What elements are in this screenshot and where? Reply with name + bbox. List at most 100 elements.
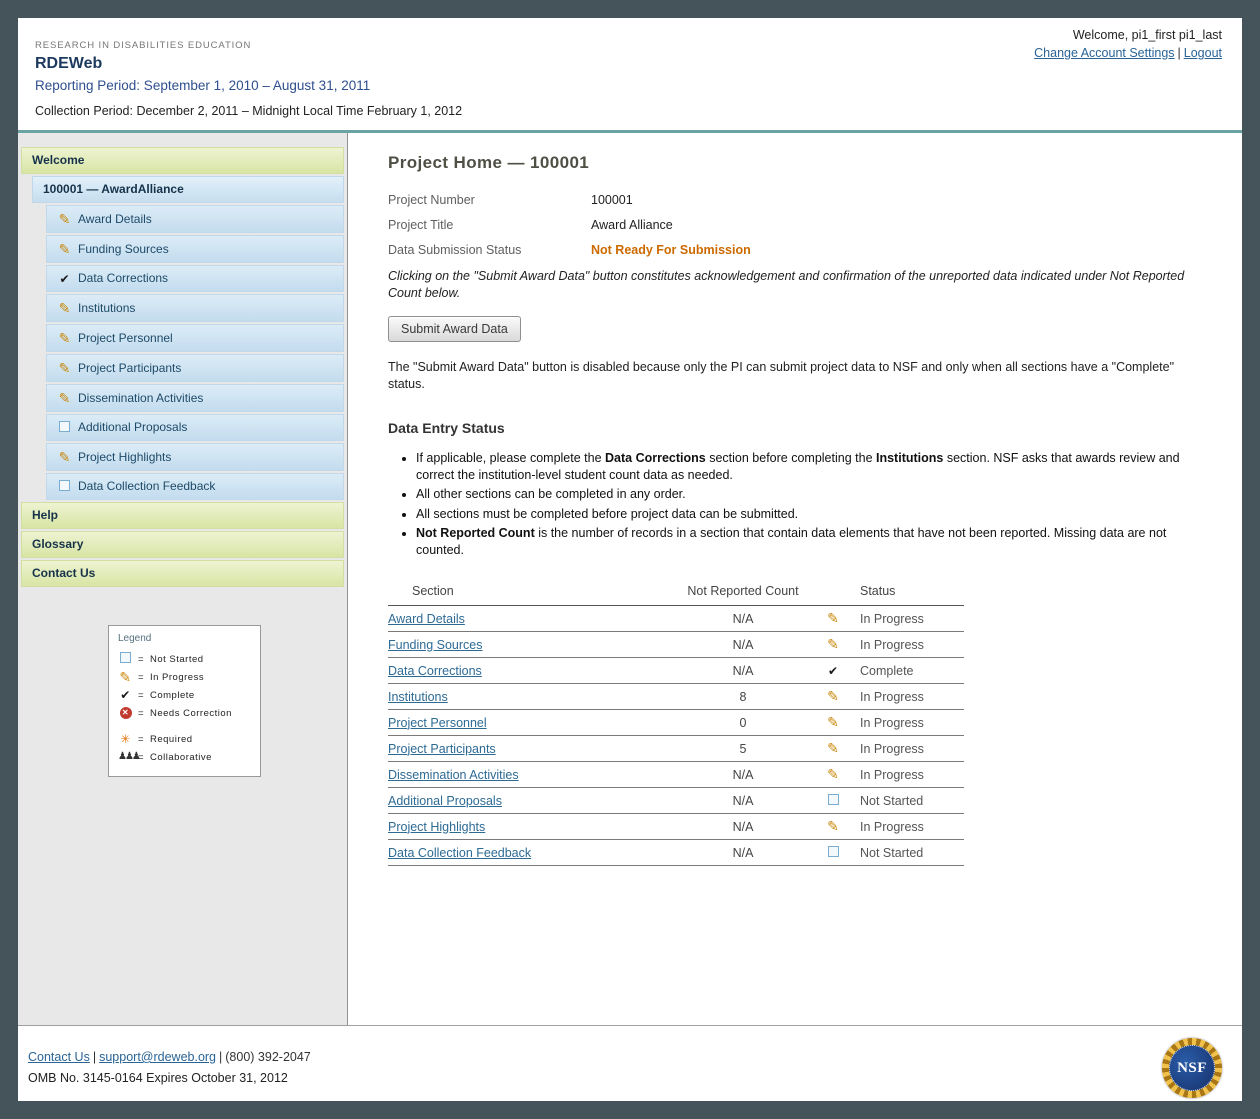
table-row: Institutions 8 In Progress <box>388 684 964 710</box>
bullet-text-bold: Not Reported Count <box>416 526 535 540</box>
separator: | <box>93 1050 96 1064</box>
sidebar-item-funding-sources[interactable]: Funding Sources <box>46 235 344 263</box>
sidebar-item-project[interactable]: 100001 — AwardAlliance <box>32 176 344 203</box>
status-text: In Progress <box>848 762 964 788</box>
logout-link[interactable]: Logout <box>1184 46 1222 60</box>
people-icon <box>118 752 133 762</box>
status-text: In Progress <box>848 632 964 658</box>
footer-contact-us-link[interactable]: Contact Us <box>28 1050 90 1064</box>
legend-title: Legend <box>118 633 251 644</box>
bullet-item: If applicable, please complete the Data … <box>416 450 1211 483</box>
status-icon <box>826 794 841 808</box>
sidebar-item-welcome[interactable]: Welcome <box>21 147 344 174</box>
asterisk-icon <box>118 733 133 746</box>
sidebar-item-label: Data Collection Feedback <box>78 480 215 493</box>
button-disabled-note: The "Submit Award Data" button is disabl… <box>388 359 1214 393</box>
section-link-data-collection-feedback[interactable]: Data Collection Feedback <box>388 846 531 860</box>
footer-phone: (800) 392-2047 <box>225 1050 310 1064</box>
sidebar-item-dissemination-activities[interactable]: Dissemination Activities <box>46 384 344 412</box>
status-icon <box>57 331 72 345</box>
status-icon <box>826 611 841 626</box>
footer-contact-line: Contact Us|support@rdeweb.org|(800) 392-… <box>28 1050 1242 1064</box>
bullet-text: If applicable, please complete the <box>416 451 605 465</box>
legend-spacer <box>118 722 251 730</box>
section-link-award-details[interactable]: Award Details <box>388 612 465 626</box>
section-link-project-participants[interactable]: Project Participants <box>388 742 496 756</box>
status-icon <box>826 819 841 834</box>
sidebar-item-contact-us[interactable]: Contact Us <box>21 560 344 587</box>
legend-item-label: Complete <box>150 690 251 701</box>
section-link-dissemination-activities[interactable]: Dissemination Activities <box>388 768 519 782</box>
footer: Contact Us|support@rdeweb.org|(800) 392-… <box>18 1025 1242 1101</box>
column-header-status: Status <box>848 580 964 606</box>
section-link-funding-sources[interactable]: Funding Sources <box>388 638 483 652</box>
data-entry-notes: If applicable, please complete the Data … <box>416 450 1211 558</box>
legend-item-label: Needs Correction <box>150 708 251 719</box>
status-text: Not Started <box>848 788 964 814</box>
data-entry-status-heading: Data Entry Status <box>388 420 1222 436</box>
status-text: In Progress <box>848 684 964 710</box>
status-text: Complete <box>848 658 964 684</box>
table-row: Additional Proposals N/A Not Started <box>388 788 964 814</box>
sidebar-item-label: Project Highlights <box>78 451 171 464</box>
app-window: RESEARCH IN DISABILITIES EDUCATION RDEWe… <box>18 18 1242 1101</box>
error-icon <box>118 707 133 719</box>
equals-sign: = <box>138 654 150 665</box>
change-account-settings-link[interactable]: Change Account Settings <box>1034 46 1174 60</box>
legend-box: Legend =Not Started =In Progress =Comple… <box>108 625 261 777</box>
legend-item-label: In Progress <box>150 672 251 683</box>
sidebar-item-label: Dissemination Activities <box>78 392 203 405</box>
status-icon <box>57 421 72 434</box>
separator: | <box>1178 46 1181 60</box>
not-reported-count: N/A <box>668 658 818 684</box>
sidebar-item-help[interactable]: Help <box>21 502 344 529</box>
section-link-additional-proposals[interactable]: Additional Proposals <box>388 794 502 808</box>
submission-status-row: Data Submission Status Not Ready For Sub… <box>388 243 1222 257</box>
legend-item: =Collaborative <box>118 748 251 766</box>
not-reported-count: 8 <box>668 684 818 710</box>
nsf-logo-text: NSF <box>1169 1045 1215 1091</box>
section-link-data-corrections[interactable]: Data Corrections <box>388 664 482 678</box>
pencil-icon <box>118 670 133 685</box>
section-link-institutions[interactable]: Institutions <box>388 690 448 704</box>
sidebar-item-project-highlights[interactable]: Project Highlights <box>46 443 344 471</box>
sidebar-item-glossary[interactable]: Glossary <box>21 531 344 558</box>
legend-item: =Complete <box>118 686 251 704</box>
sidebar-item-label: Project Participants <box>78 362 181 375</box>
legend-item-label: Not Started <box>150 654 251 665</box>
sidebar-item-project-personnel[interactable]: Project Personnel <box>46 324 344 352</box>
section-link-project-highlights[interactable]: Project Highlights <box>388 820 485 834</box>
sidebar-item-label: Project Personnel <box>78 332 173 345</box>
table-header-row: Section Not Reported Count Status <box>388 580 964 606</box>
status-text: In Progress <box>848 814 964 840</box>
account-links: Change Account Settings |Logout <box>1034 46 1222 60</box>
sidebar-item-data-corrections[interactable]: Data Corrections <box>46 265 344 292</box>
page-title: Project Home — 100001 <box>388 153 1222 173</box>
section-link-project-personnel[interactable]: Project Personnel <box>388 716 487 730</box>
status-icon <box>57 480 72 493</box>
sidebar-item-additional-proposals[interactable]: Additional Proposals <box>46 414 344 441</box>
square-icon <box>118 652 133 666</box>
status-icon <box>826 846 841 860</box>
table-row: Project Participants 5 In Progress <box>388 736 964 762</box>
legend-item: =In Progress <box>118 668 251 686</box>
sidebar-item-label: Funding Sources <box>78 243 169 256</box>
legend-item: =Needs Correction <box>118 704 251 722</box>
bullet-text-bold: Data Corrections <box>605 451 706 465</box>
table-row: Award Details N/A In Progress <box>388 606 964 632</box>
equals-sign: = <box>138 708 150 719</box>
status-icon <box>57 242 72 256</box>
sidebar-item-label: 100001 — AwardAlliance <box>43 183 184 196</box>
sidebar-item-project-participants[interactable]: Project Participants <box>46 354 344 382</box>
sidebar-item-award-details[interactable]: Award Details <box>46 205 344 233</box>
submit-award-data-button[interactable]: Submit Award Data <box>388 316 521 342</box>
status-icon <box>57 391 72 405</box>
sidebar-item-institutions[interactable]: Institutions <box>46 294 344 322</box>
submit-disclaimer-text: Clicking on the "Submit Award Data" butt… <box>388 268 1210 302</box>
table-row: Funding Sources N/A In Progress <box>388 632 964 658</box>
table-row: Project Highlights N/A In Progress <box>388 814 964 840</box>
not-reported-count: N/A <box>668 840 818 866</box>
footer-email-link[interactable]: support@rdeweb.org <box>99 1050 216 1064</box>
equals-sign: = <box>138 752 150 763</box>
sidebar-item-data-collection-feedback[interactable]: Data Collection Feedback <box>46 473 344 500</box>
